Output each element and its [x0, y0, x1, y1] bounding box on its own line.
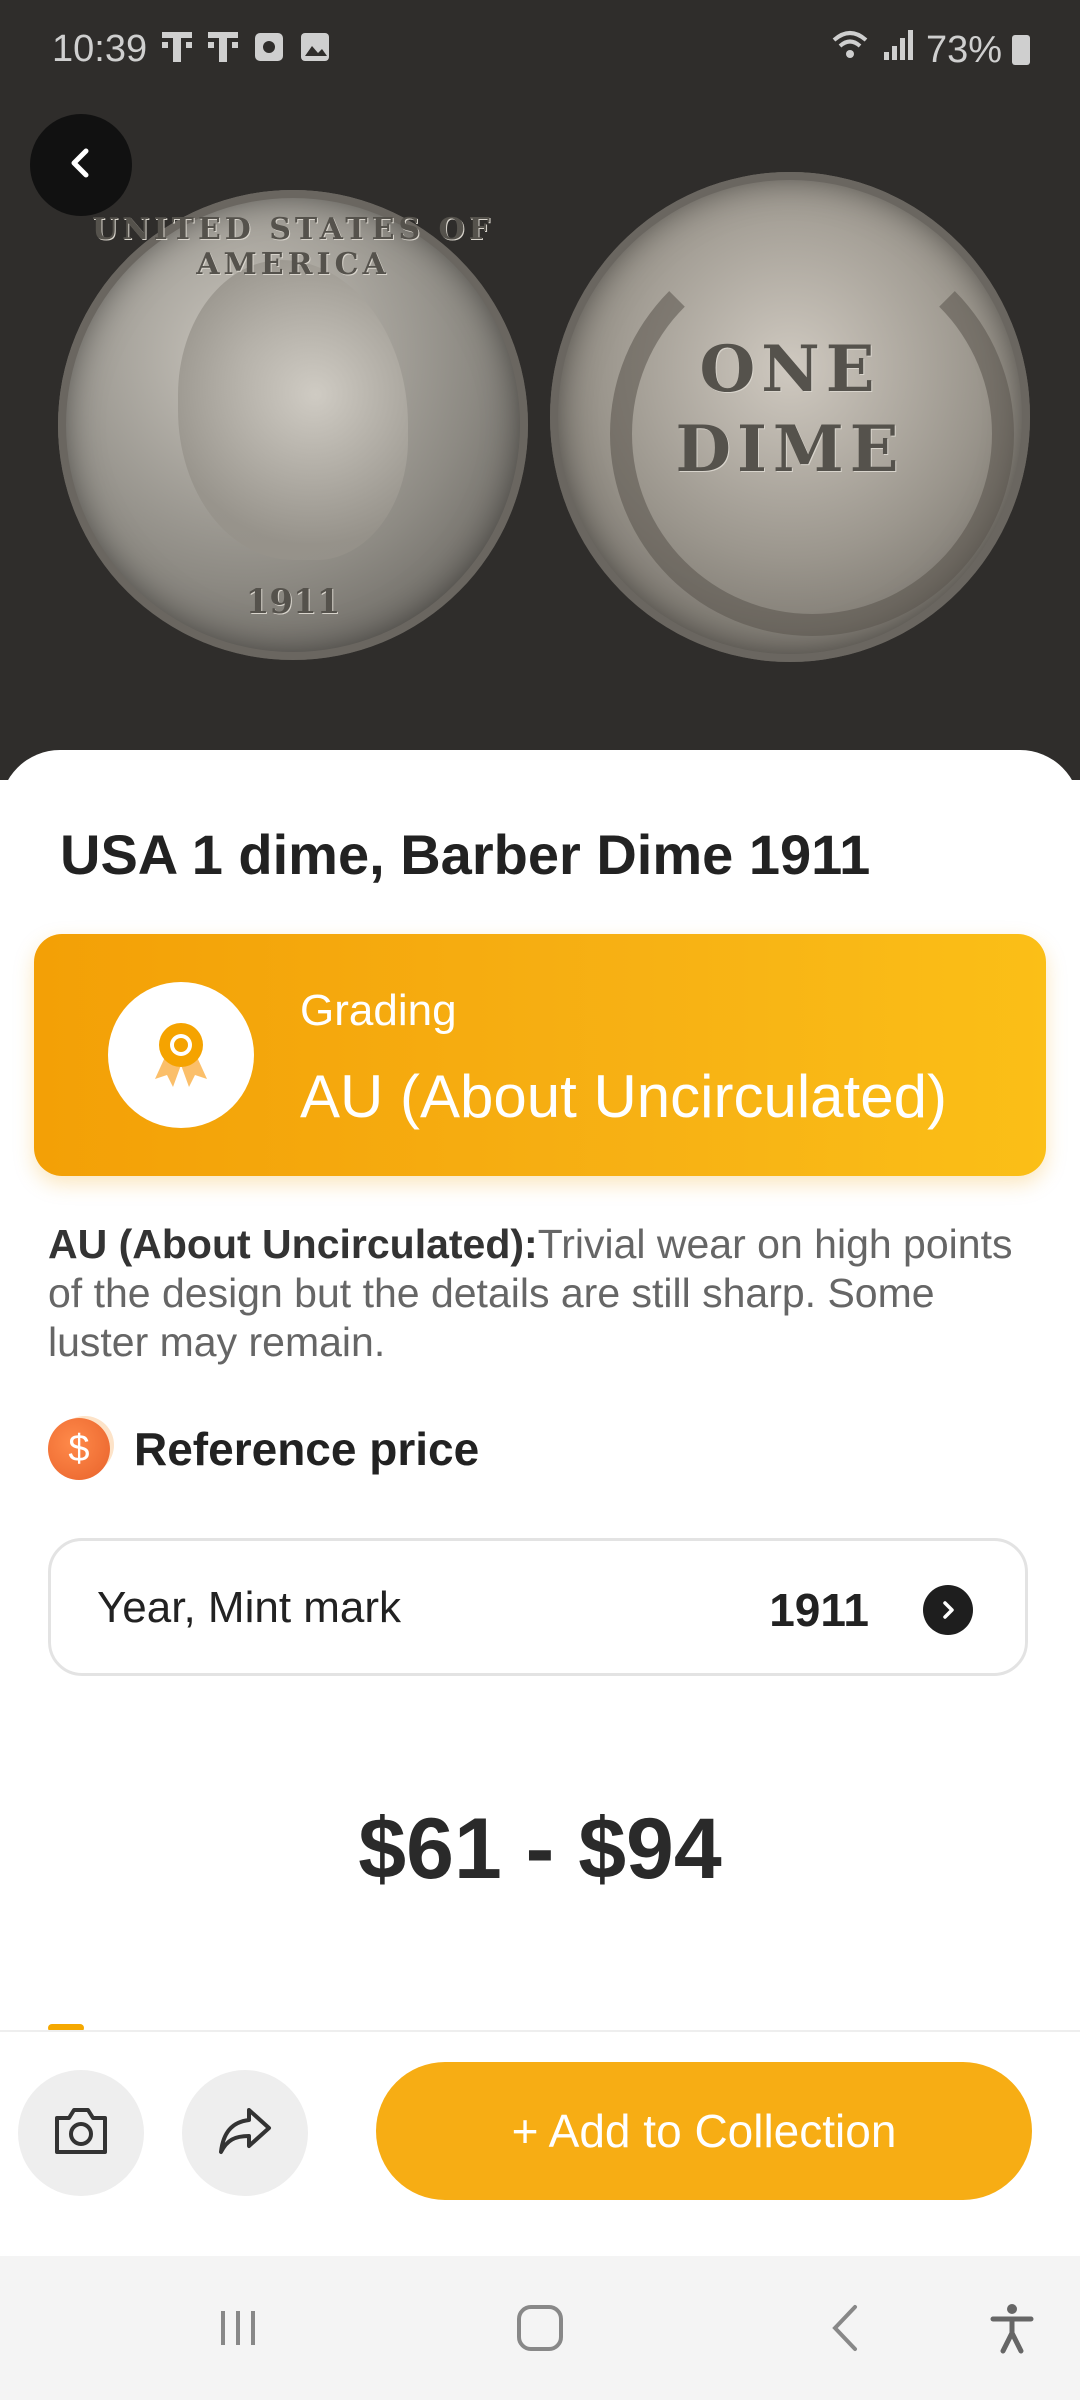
grading-card: Grading AU (About Uncirculated): [34, 934, 1046, 1176]
coin-obverse-image: UNITED STATES OF AMERICA 1911: [58, 190, 528, 660]
battery-icon: [1012, 35, 1030, 65]
coin-title: USA 1 dime, Barber Dime 1911: [60, 823, 871, 886]
grading-label: Grading: [300, 986, 457, 1035]
award-ribbon-icon: [141, 1013, 221, 1098]
reference-price-label: Reference price: [134, 1423, 480, 1475]
camera-button[interactable]: [18, 2070, 144, 2196]
accessibility-button[interactable]: [982, 2300, 1042, 2360]
image-icon: [298, 28, 332, 64]
chevron-right-icon: [923, 1585, 973, 1635]
grade-description-term: AU (About Uncirculated):: [48, 1221, 538, 1267]
selector-label: Year, Mint mark: [97, 1583, 402, 1632]
home-icon: [513, 2301, 567, 2360]
chevron-left-icon: [61, 143, 101, 188]
grading-value: AU (About Uncirculated): [300, 1063, 947, 1130]
coin-reverse-line2: DIME: [675, 412, 905, 487]
coin-reverse-line1: ONE: [699, 332, 881, 407]
camera-icon: [51, 2104, 111, 2163]
tmobile-icon: [206, 28, 240, 64]
status-notification-icons: [160, 28, 332, 64]
coin-reverse-image: ONE DIME: [550, 172, 1030, 662]
coin-obverse-legend: UNITED STATES OF AMERICA: [92, 212, 494, 282]
selector-value: 1911: [769, 1584, 869, 1636]
price-range: $61 - $94: [358, 1801, 722, 1897]
dollar-coin-icon: $: [48, 1418, 110, 1480]
year-mint-mark-selector[interactable]: Year, Mint mark 1911: [48, 1538, 1028, 1676]
battery-percent: 73%: [925, 28, 1002, 71]
status-bar: 10:39 73%: [0, 0, 1080, 100]
liberty-head-shape: [178, 260, 408, 560]
status-time: 10:39: [52, 28, 148, 70]
nav-back-button[interactable]: [816, 2300, 876, 2360]
wifi-icon: [830, 28, 870, 72]
reference-price-header: $ Reference price: [48, 1418, 479, 1480]
coin-image-area: 10:39 73% UNITED STATES OF AMERICA 1911 …: [0, 0, 1080, 780]
home-button[interactable]: [510, 2300, 570, 2360]
bottom-action-bar: + Add to Collection: [0, 2030, 1080, 2258]
recent-apps-icon: [213, 2303, 263, 2358]
signal-icon: [880, 28, 916, 72]
award-icon-container: [108, 982, 254, 1128]
tmobile-icon: [160, 28, 194, 64]
chevron-left-icon: [821, 2301, 871, 2360]
share-button[interactable]: [182, 2070, 308, 2196]
accessibility-icon: [987, 2301, 1037, 2360]
add-to-collection-button[interactable]: + Add to Collection: [376, 2062, 1032, 2200]
back-button[interactable]: [30, 114, 132, 216]
share-arrow-icon: [215, 2104, 275, 2163]
partially-hidden-row: [48, 2012, 1028, 2032]
notification-icon: [252, 28, 286, 64]
status-system-icons: 73%: [830, 28, 1030, 72]
coin-obverse-year: 1911: [245, 582, 341, 622]
system-navigation-bar: [0, 2256, 1080, 2400]
grade-description: AU (About Uncirculated):Trivial wear on …: [48, 1220, 1028, 1367]
recent-apps-button[interactable]: [208, 2300, 268, 2360]
